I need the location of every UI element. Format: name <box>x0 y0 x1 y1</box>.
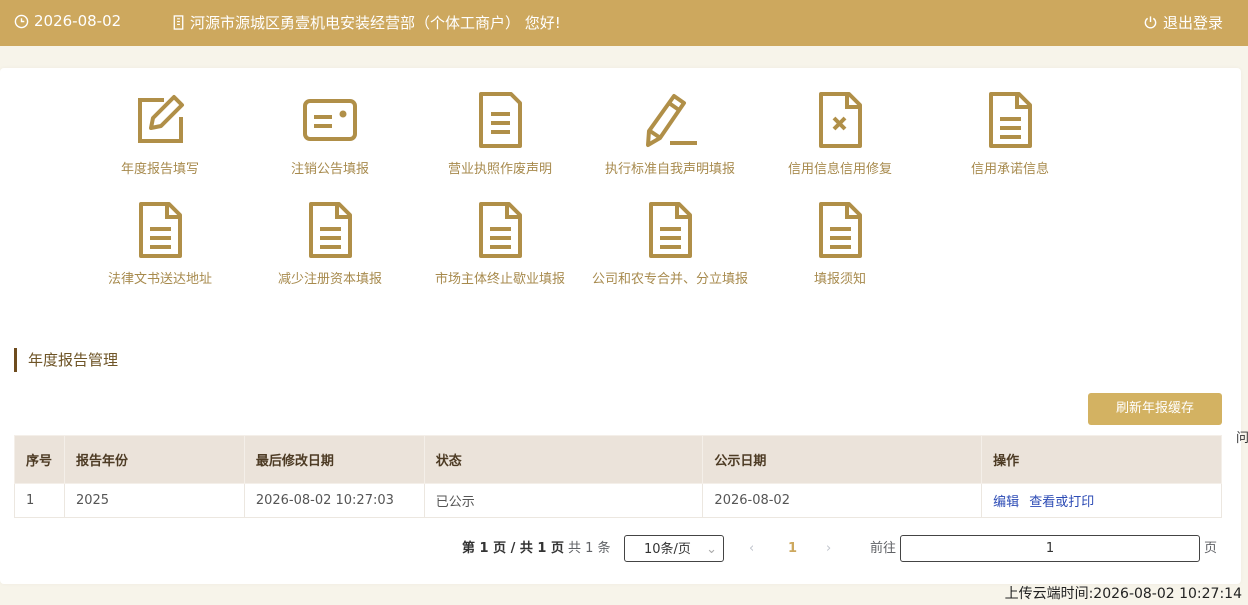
clock-icon <box>14 14 29 28</box>
view-print-link[interactable]: 查看或打印 <box>1029 495 1094 510</box>
edge-help-text[interactable]: 问 <box>1236 427 1248 446</box>
menu-label: 信用承诺信息 <box>970 162 1049 177</box>
pencil-icon <box>646 94 697 147</box>
goto-page-input[interactable] <box>900 535 1200 562</box>
cell-status: 已公示 <box>423 483 704 518</box>
document-x-icon <box>819 92 862 148</box>
table-header-row: 序号 报告年份 最后修改日期 状态 公示日期 操作 <box>14 435 1222 484</box>
col-modified: 最后修改日期 <box>243 435 425 484</box>
document-icon <box>989 92 1032 148</box>
document-icon <box>139 202 182 258</box>
current-page[interactable]: 1 <box>788 535 797 562</box>
refresh-cache-button[interactable]: 刷新年报缓存 <box>1088 393 1222 425</box>
document-icon <box>479 92 522 148</box>
header-greeting: 河源市源城区勇壹机电安装经营部（个体工商户） 您好! <box>172 12 561 33</box>
total-count: 共 1 条 <box>568 541 611 556</box>
menu-cancel-notice[interactable]: 注销公告填报 <box>244 90 416 177</box>
menu-label: 年度报告填写 <box>120 162 199 177</box>
menu-label: 减少注册资本填报 <box>277 272 382 287</box>
menu-capital-reduction[interactable]: 减少注册资本填报 <box>244 200 416 287</box>
menu-label: 公司和农专合并、分立填报 <box>591 272 748 287</box>
building-icon <box>173 15 184 30</box>
menu-merger-split[interactable]: 公司和农专合并、分立填报 <box>584 200 756 287</box>
menu-label: 执行标准自我声明填报 <box>604 162 735 177</box>
col-publish-date: 公示日期 <box>702 435 983 484</box>
edit-icon <box>138 95 184 143</box>
page-unit-label: 页 <box>1204 541 1218 556</box>
edit-link[interactable]: 编辑 <box>993 495 1019 510</box>
menu-termination[interactable]: 市场主体终止歇业填报 <box>414 200 586 287</box>
id-card-icon <box>303 99 357 141</box>
menu-license-void[interactable]: 营业执照作废声明 <box>414 90 586 177</box>
document-icon <box>309 202 352 258</box>
annual-report-table: 序号 报告年份 最后修改日期 状态 公示日期 操作 1 2025 2026-08… <box>14 435 1222 518</box>
menu-credit-repair[interactable]: 信用信息信用修复 <box>754 90 926 177</box>
document-icon <box>819 202 862 258</box>
menu-annual-report[interactable]: 年度报告填写 <box>74 90 246 177</box>
menu-label: 信用信息信用修复 <box>787 162 892 177</box>
col-year: 报告年份 <box>63 435 245 484</box>
cell-actions: 编辑 查看或打印 <box>981 483 1222 518</box>
menu-label: 法律文书送达地址 <box>107 272 212 287</box>
menu-legal-address[interactable]: 法律文书送达地址 <box>74 200 246 287</box>
menu-label: 填报须知 <box>813 272 866 287</box>
page-info: 第 1 页 / 共 1 页 <box>462 541 564 556</box>
document-icon <box>479 202 522 258</box>
menu-label: 市场主体终止歇业填报 <box>434 272 565 287</box>
header-date: 2026-08-02 <box>14 12 121 30</box>
goto-label: 前往 <box>870 541 897 556</box>
page-size-select[interactable]: 10条/页 ⌄ <box>624 535 724 562</box>
upload-time: 上传云端时间:2026-08-02 10:27:14 <box>1004 586 1242 602</box>
logout-label: 退出登录 <box>1162 14 1223 32</box>
section-title: 年度报告管理 <box>14 348 118 372</box>
document-icon <box>649 202 692 258</box>
header-date-text: 2026-08-02 <box>34 12 122 30</box>
cell-publish-date: 2026-08-02 <box>702 483 983 518</box>
cell-index: 1 <box>14 483 65 518</box>
top-bar: 2026-08-02 河源市源城区勇壹机电安装经营部（个体工商户） 您好! 退出… <box>0 0 1248 46</box>
next-page-icon[interactable]: › <box>826 535 831 562</box>
page-size-value: 10条/页 <box>644 542 691 557</box>
cell-year: 2025 <box>63 483 245 518</box>
cell-modified: 2026-08-02 10:27:03 <box>243 483 425 518</box>
menu-filing-notice[interactable]: 填报须知 <box>754 200 926 287</box>
menu-credit-commitment[interactable]: 信用承诺信息 <box>924 90 1096 177</box>
chevron-down-icon: ⌄ <box>706 542 717 557</box>
table-row: 1 2025 2026-08-02 10:27:03 已公示 2026-08-0… <box>14 483 1222 518</box>
logout-button[interactable]: 退出登录 <box>1143 12 1223 33</box>
menu-label: 营业执照作废声明 <box>447 162 552 177</box>
prev-page-icon[interactable]: ‹ <box>749 535 754 562</box>
col-status: 状态 <box>423 435 704 484</box>
power-icon <box>1144 16 1157 29</box>
menu-label: 注销公告填报 <box>290 162 369 177</box>
col-index: 序号 <box>14 435 65 484</box>
header-greeting-text: 河源市源城区勇壹机电安装经营部（个体工商户） 您好! <box>190 14 561 32</box>
col-actions: 操作 <box>981 435 1222 484</box>
menu-standard-declaration[interactable]: 执行标准自我声明填报 <box>584 90 756 177</box>
